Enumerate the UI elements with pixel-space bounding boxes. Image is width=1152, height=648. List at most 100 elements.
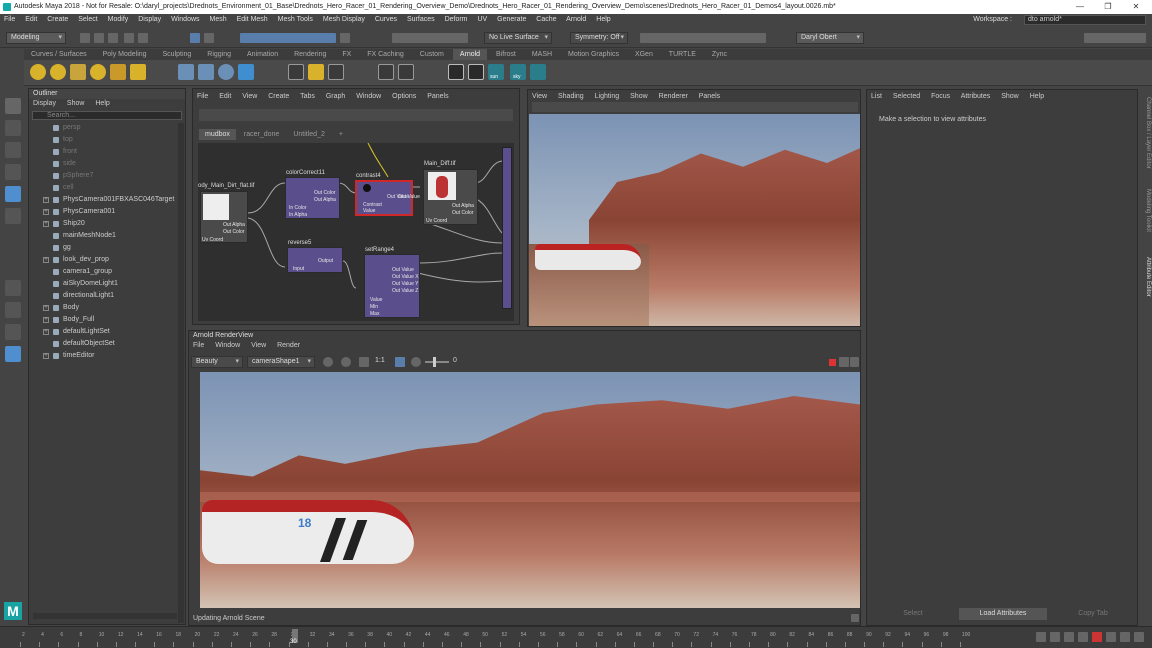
menu-mesh[interactable]: Mesh (209, 16, 226, 23)
light-portal-icon[interactable] (110, 64, 126, 80)
file-port-out-alpha[interactable]: Out Alpha (223, 222, 245, 228)
outliner-menu-display[interactable]: Display (33, 100, 56, 107)
single-perspective-layout-icon[interactable] (5, 280, 21, 296)
vp-menu-shading[interactable]: Shading (558, 93, 584, 100)
render-view-icon[interactable] (448, 64, 464, 80)
pick-icon[interactable] (359, 357, 369, 367)
menu-modify[interactable]: Modify (108, 16, 129, 23)
diff-port-out-color[interactable]: Out Color (452, 210, 473, 216)
menu-help[interactable]: Help (596, 16, 610, 23)
shelf-tab-mash[interactable]: MASH (525, 49, 559, 60)
outliner-item[interactable]: aiSkyDomeLight1 (29, 278, 185, 290)
cc-port-in-alpha[interactable]: In Alpha (289, 212, 307, 218)
hs-menu-create[interactable]: Create (268, 93, 289, 100)
hs-menu-options[interactable]: Options (392, 93, 416, 100)
menu-mesh-tools[interactable]: Mesh Tools (278, 16, 313, 23)
outliner-item[interactable]: + timeEditor (29, 350, 185, 362)
vp-menu-renderer[interactable]: Renderer (659, 93, 688, 100)
outliner-item[interactable]: gg (29, 242, 185, 254)
copy-tab-button[interactable]: Copy Tab (1049, 608, 1137, 620)
gear-icon[interactable] (850, 357, 859, 367)
user-account-dropdown[interactable]: Daryl Obert (796, 32, 864, 44)
menu-arnold[interactable]: Arnold (566, 16, 586, 23)
hs-menu-view[interactable]: View (242, 93, 257, 100)
atmosphere-icon[interactable] (530, 64, 546, 80)
outliner-h-scrollbar[interactable] (33, 613, 177, 619)
vp-menu-lighting[interactable]: Lighting (595, 93, 620, 100)
checker-icon[interactable] (308, 64, 324, 80)
area-light-icon[interactable] (30, 64, 46, 80)
hs-tab-racer-done[interactable]: racer_done (238, 129, 285, 140)
load-attributes-button[interactable]: Load Attributes (959, 608, 1047, 620)
attr-menu-help[interactable]: Help (1030, 93, 1044, 100)
time-slider[interactable]: 2468101214161820222426283032343638404244… (0, 626, 1152, 648)
sr-port-out-value-y[interactable]: Out Value Y (392, 281, 419, 287)
sr-port-max[interactable]: Max (370, 311, 379, 317)
shelf-tab-zync[interactable]: Zync (705, 49, 734, 60)
outliner-item[interactable]: + defaultLightSet (29, 326, 185, 338)
outliner-item[interactable]: mainMeshNode1 (29, 230, 185, 242)
photometric-light-icon[interactable] (70, 64, 86, 80)
tx-icon[interactable] (328, 64, 344, 80)
hs-menu-graph[interactable]: Graph (326, 93, 345, 100)
refresh-icon[interactable] (341, 357, 351, 367)
shelf-tab-turtle[interactable]: TURTLE (662, 49, 703, 60)
stop-icon[interactable] (1092, 632, 1102, 642)
side-tab-modeling-toolkit[interactable]: Modeling Toolkit (1140, 189, 1151, 232)
vp-menu-show[interactable]: Show (630, 93, 648, 100)
exposure-slider[interactable] (425, 357, 449, 367)
exposure-icon[interactable] (411, 357, 421, 367)
attr-menu-focus[interactable]: Focus (931, 93, 950, 100)
expand-icon[interactable]: + (43, 329, 49, 335)
step-forward-frame-icon[interactable] (1120, 632, 1130, 642)
menu-mesh-display[interactable]: Mesh Display (323, 16, 365, 23)
shelf-tab-sculpting[interactable]: Sculpting (156, 49, 199, 60)
selection-mask-icons[interactable] (240, 33, 336, 43)
setrange-node[interactable]: Out Value Out Value X Out Value Y Out Va… (364, 254, 420, 318)
menu-display[interactable]: Display (138, 16, 161, 23)
outliner-item[interactable]: directionalLight1 (29, 290, 185, 302)
outliner-item[interactable]: + Ship20 (29, 218, 185, 230)
menu-deform[interactable]: Deform (445, 16, 468, 23)
hs-menu-file[interactable]: File (197, 93, 208, 100)
hs-menu-edit[interactable]: Edit (219, 93, 231, 100)
lasso-tool-icon[interactable] (5, 120, 21, 136)
outliner-menu-show[interactable]: Show (67, 100, 85, 107)
menu-file[interactable]: File (4, 16, 15, 23)
select-hierarchy-icon[interactable] (190, 33, 200, 43)
standin-icon[interactable] (178, 64, 194, 80)
outliner-item[interactable]: + PhysCamera001 (29, 206, 185, 218)
panel-toggle-icons[interactable] (1084, 33, 1146, 43)
vp-menu-panels[interactable]: Panels (699, 93, 720, 100)
shelf-tab-custom[interactable]: Custom (413, 49, 451, 60)
contrast-port-value[interactable]: Value (363, 208, 375, 214)
rv-menu-view[interactable]: View (251, 342, 266, 349)
expand-icon[interactable]: + (43, 305, 49, 311)
render-image[interactable]: 18 (200, 372, 860, 608)
outliner-item[interactable]: top (29, 134, 185, 146)
render-icon[interactable] (323, 357, 333, 367)
file-port-out-color[interactable]: Out Color (223, 229, 244, 235)
restore-button[interactable]: ❐ (1098, 0, 1118, 14)
lock-icon[interactable] (340, 33, 350, 43)
outliner-menu-help[interactable]: Help (95, 100, 109, 107)
shelf-tab-fx[interactable]: FX (335, 49, 358, 60)
shelf-tab-xgen[interactable]: XGen (628, 49, 660, 60)
shelf-tab-rendering[interactable]: Rendering (287, 49, 333, 60)
shelf-tab-motion-graphics[interactable]: Motion Graphics (561, 49, 626, 60)
hs-tab-add[interactable]: + (333, 129, 349, 140)
vp-menu-view[interactable]: View (532, 93, 547, 100)
expand-icon[interactable]: + (43, 221, 49, 227)
minimize-button[interactable]: — (1070, 0, 1090, 14)
menu-uv[interactable]: UV (477, 16, 487, 23)
outliner-layout-icon[interactable] (5, 346, 21, 362)
shelf-tab-bifrost[interactable]: Bifrost (489, 49, 523, 60)
save-scene-icon[interactable] (108, 33, 118, 43)
reverse-port-input[interactable]: Input (293, 266, 304, 272)
mesh-light-icon[interactable] (50, 64, 66, 80)
outliner-item[interactable]: + look_dev_prop (29, 254, 185, 266)
menu-edit-mesh[interactable]: Edit Mesh (237, 16, 268, 23)
light-editor-icon[interactable] (378, 64, 394, 80)
diff-port-uv-coord[interactable]: Uv Coord (426, 218, 447, 224)
ipr-icon[interactable] (468, 64, 484, 80)
